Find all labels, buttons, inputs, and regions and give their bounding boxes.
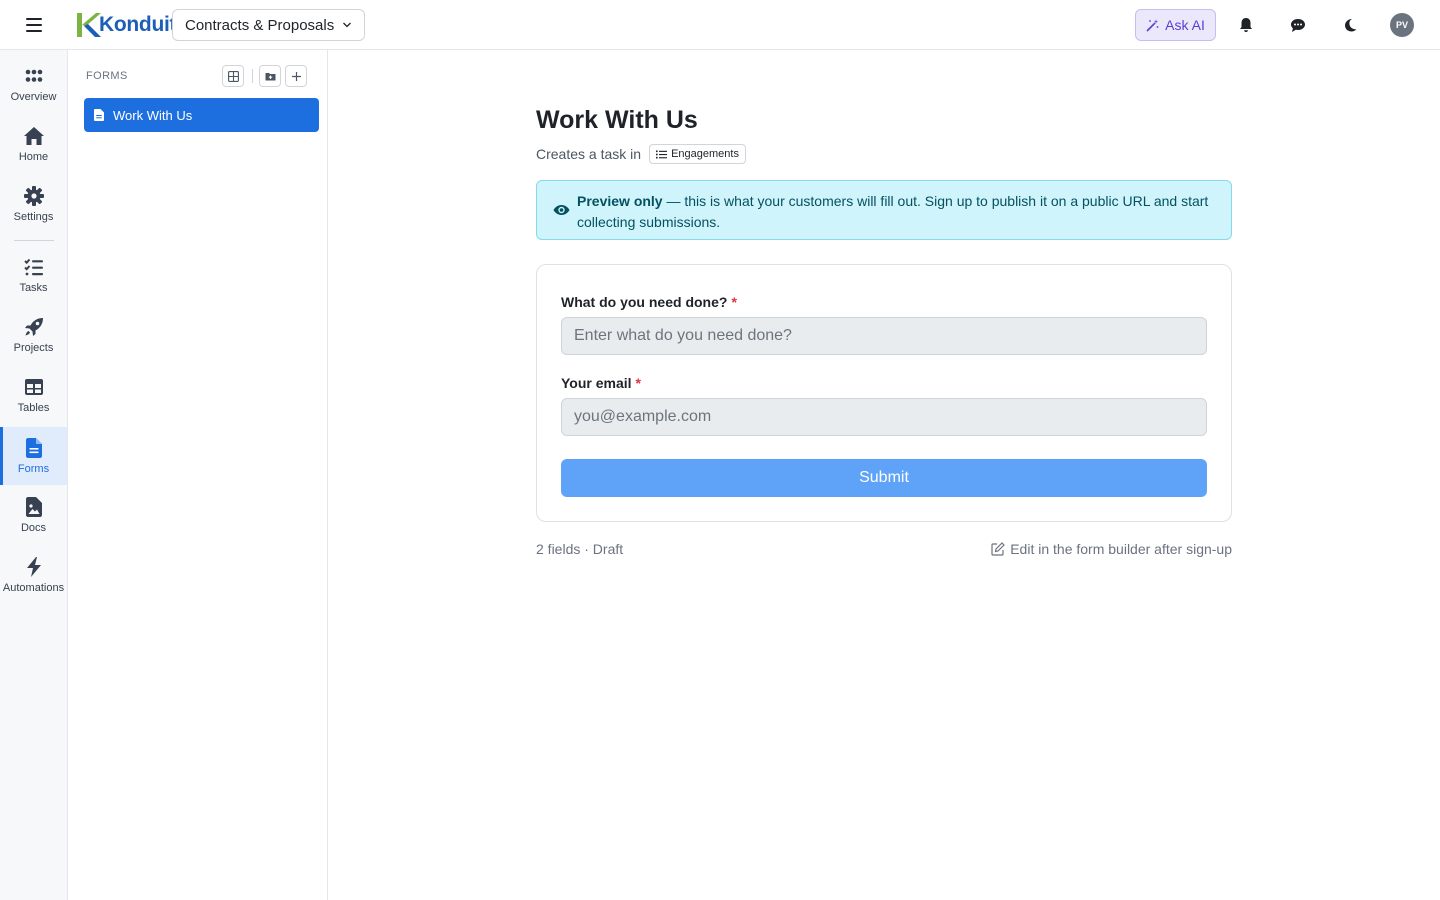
rail-item-tables[interactable]: Tables [0, 366, 67, 424]
task-description-input[interactable] [561, 317, 1207, 355]
email-field[interactable] [561, 398, 1207, 436]
field-label-text: Your email [561, 375, 632, 391]
rail-label: Automations [2, 582, 65, 594]
chevron-down-icon [343, 22, 352, 28]
field-label-task: What do you need done? * [561, 294, 737, 310]
edit-icon [991, 542, 1006, 556]
app-logo[interactable]: Konduit [74, 10, 177, 40]
grid-dots-icon [23, 65, 45, 87]
ask-ai-label: Ask AI [1165, 17, 1205, 33]
chat-icon[interactable] [1288, 15, 1308, 35]
list-icon [656, 150, 668, 158]
banner-text: — this is what your customers will fill … [577, 193, 1209, 230]
form-preview-card: What do you need done?* Your email* Subm… [536, 264, 1232, 522]
rail-item-settings[interactable]: Settings [0, 175, 67, 233]
ask-ai-button[interactable]: Ask AI [1135, 9, 1216, 41]
bell-icon[interactable] [1236, 15, 1256, 35]
panel-separator [252, 69, 253, 83]
top-bar: Konduit Contracts & Proposals Ask AI PV [0, 0, 1440, 50]
left-rail: Overview Home Settings Tasks Projects Ta… [0, 50, 68, 900]
eye-icon [553, 205, 570, 215]
rail-label: Overview [10, 91, 57, 103]
rail-label: Settings [13, 211, 54, 223]
checklist-icon [23, 256, 45, 278]
plus-icon [291, 71, 301, 81]
field-label-email: Your email * [561, 375, 641, 391]
rail-label: Tasks [19, 282, 48, 294]
forms-panel: FORMS Work With Us [68, 50, 328, 900]
dark-mode-icon[interactable] [1340, 15, 1360, 35]
preview-banner: Preview only — this is what your custome… [536, 180, 1232, 240]
creates-task-text: Creates a task in [536, 146, 642, 162]
rail-label: Projects [13, 342, 54, 354]
required-marker: * [635, 375, 641, 391]
form-icon [94, 109, 104, 121]
home-icon [23, 125, 45, 147]
grid-icon [227, 70, 239, 82]
add-form-button[interactable] [285, 65, 307, 87]
rail-label: Forms [17, 463, 50, 475]
target-list-label: Engagements [671, 148, 739, 160]
rail-label: Tables [17, 402, 50, 414]
edit-hint-text: Edit in the form builder after sign-up [1010, 541, 1232, 557]
banner-strong: Preview only [577, 193, 663, 209]
form-target: Creates a task in Engagements [536, 144, 746, 164]
edit-in-builder-link[interactable]: Edit in the form builder after sign-up [986, 541, 1232, 557]
submit-button[interactable]: Submit [561, 459, 1207, 497]
rail-item-forms[interactable]: Forms [0, 427, 67, 485]
lightning-icon [23, 556, 45, 578]
rocket-icon [23, 316, 45, 338]
rail-divider [14, 240, 54, 241]
panel-title: FORMS [86, 70, 128, 82]
rail-label: Docs [20, 522, 47, 534]
new-folder-button[interactable] [259, 65, 281, 87]
form-list-item-label: Work With Us [113, 107, 193, 123]
form-icon [23, 437, 45, 459]
logo-mark [77, 13, 101, 37]
rail-label: Home [18, 151, 49, 163]
gear-icon [23, 185, 45, 207]
workspace-name: Contracts & Proposals [185, 16, 335, 34]
user-avatar[interactable]: PV [1390, 13, 1414, 37]
form-meta: 2 fields · Draft [536, 541, 624, 557]
folder-plus-icon [265, 72, 275, 80]
field-label-text: What do you need done? [561, 294, 728, 310]
rail-item-home[interactable]: Home [0, 115, 67, 173]
form-list-item[interactable]: Work With Us [84, 98, 319, 132]
logo-text: Konduit [99, 13, 177, 36]
rail-item-tasks[interactable]: Tasks [0, 246, 67, 304]
grid-view-button[interactable] [222, 65, 244, 87]
rail-item-automations[interactable]: Automations [0, 546, 67, 604]
main-content: Work With Us Creates a task in Engagemen… [328, 50, 1440, 900]
target-list-chip[interactable]: Engagements [649, 144, 746, 164]
magic-wand-icon [1146, 19, 1159, 32]
page-title: Work With Us [536, 106, 698, 134]
rail-item-docs[interactable]: Docs [0, 486, 67, 544]
rail-item-overview[interactable]: Overview [0, 55, 67, 113]
menu-icon[interactable] [22, 14, 46, 36]
rail-item-projects[interactable]: Projects [0, 306, 67, 364]
workspace-selector[interactable]: Contracts & Proposals [172, 9, 366, 41]
doc-image-icon [23, 496, 45, 518]
required-marker: * [731, 294, 737, 310]
table-icon [23, 376, 45, 398]
